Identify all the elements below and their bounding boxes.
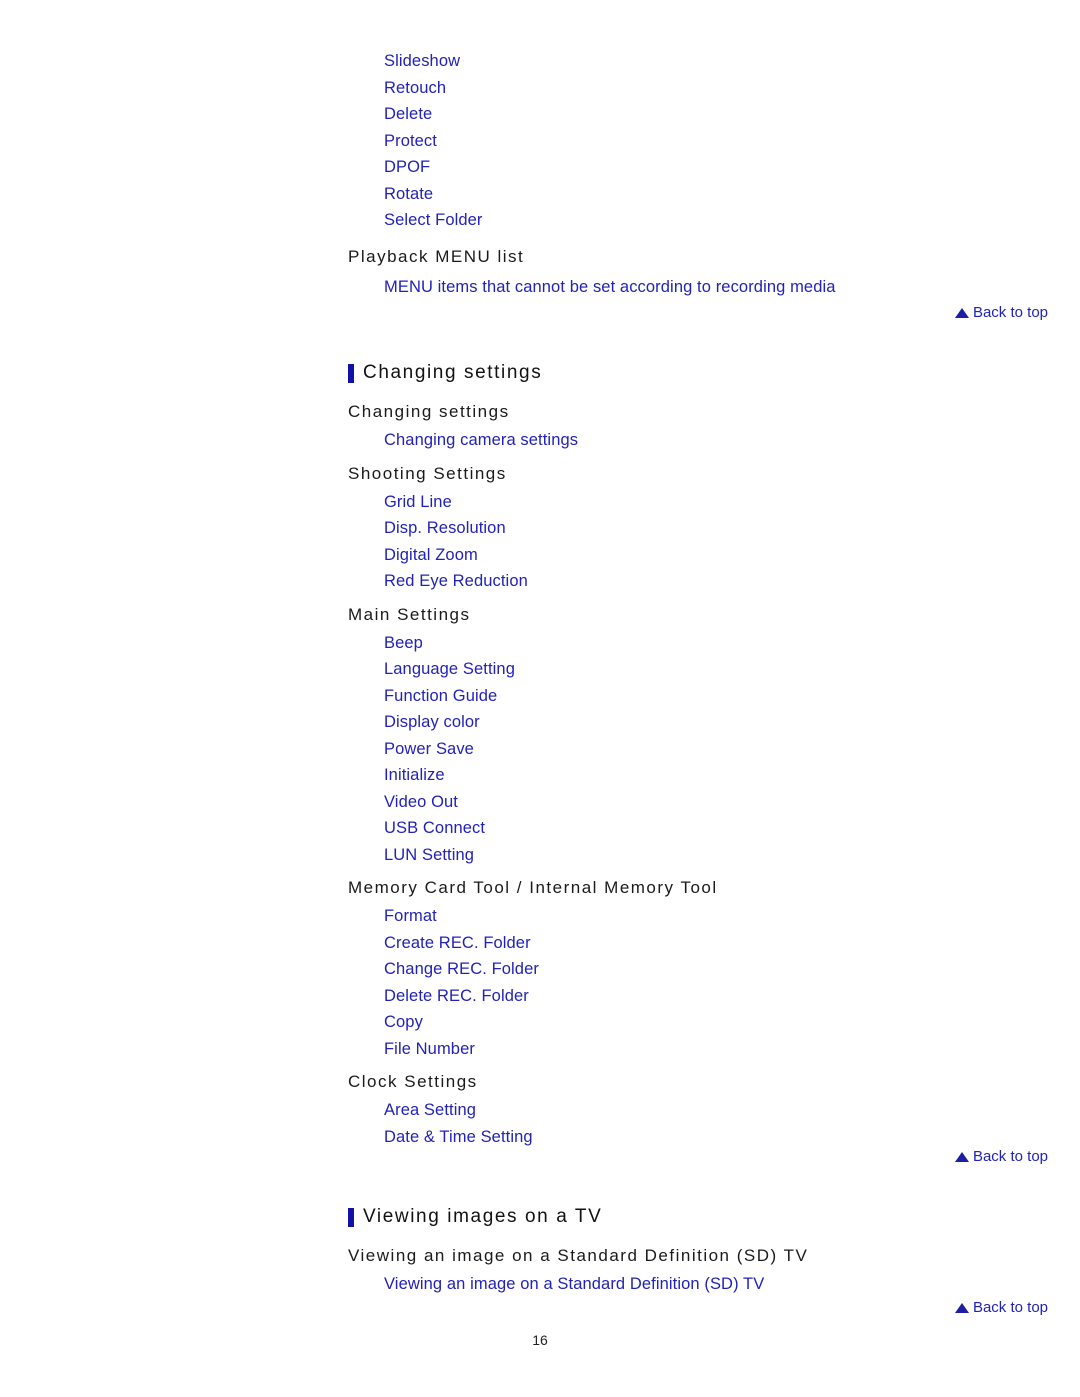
list-item: Digital Zoom	[384, 542, 1048, 569]
link-menu-items-cannot-be-set[interactable]: MENU items that cannot be set according …	[384, 274, 836, 301]
heading-viewing-sd-tv: Viewing an image on a Standard Definitio…	[348, 1246, 809, 1265]
list-item: Disp. Resolution	[384, 515, 1048, 542]
link-language-setting[interactable]: Language Setting	[384, 656, 515, 683]
list-item: Create REC. Folder	[384, 930, 1048, 957]
list-item: Initialize	[384, 762, 1048, 789]
section-title-viewing-images-on-a-tv: Viewing images on a TV	[348, 1204, 1048, 1230]
heading-changing-settings: Changing settings	[348, 402, 510, 421]
heading-memory-card-tool: Memory Card Tool / Internal Memory Tool	[348, 878, 718, 897]
link-dpof[interactable]: DPOF	[384, 154, 430, 181]
section-accent-bar	[348, 364, 354, 383]
heading-clock-settings: Clock Settings	[348, 1072, 478, 1091]
link-file-number[interactable]: File Number	[384, 1036, 475, 1063]
list-item: Beep	[384, 630, 1048, 657]
list-item: Delete	[384, 101, 1048, 128]
section-title-changing-settings: Changing settings	[348, 360, 1048, 386]
triangle-up-icon	[954, 1303, 969, 1313]
list-item: USB Connect	[384, 815, 1048, 842]
link-red-eye-reduction[interactable]: Red Eye Reduction	[384, 568, 528, 595]
list-item: Slideshow	[384, 48, 1048, 75]
link-list-changing-settings: Changing camera settings	[348, 427, 1048, 454]
link-select-folder[interactable]: Select Folder	[384, 207, 483, 234]
link-list-memory-card-tool: Format Create REC. Folder Change REC. Fo…	[348, 903, 1048, 1062]
playback-menu-block: Slideshow Retouch Delete Protect DPOF Ro…	[348, 48, 1048, 300]
section-changing-settings: Changing settings Changing settings Chan…	[348, 360, 1048, 1150]
link-list-main-settings: Beep Language Setting Function Guide Dis…	[348, 630, 1048, 869]
link-list-shooting-settings: Grid Line Disp. Resolution Digital Zoom …	[348, 489, 1048, 595]
list-item: Rotate	[384, 181, 1048, 208]
list-item: Delete REC. Folder	[384, 983, 1048, 1010]
list-item: Changing camera settings	[384, 427, 1048, 454]
heading-main-settings: Main Settings	[348, 604, 471, 624]
list-item: Retouch	[384, 75, 1048, 102]
link-function-guide[interactable]: Function Guide	[384, 683, 497, 710]
list-item: DPOF	[384, 154, 1048, 181]
link-display-color[interactable]: Display color	[384, 709, 480, 736]
list-item: Language Setting	[384, 656, 1048, 683]
link-area-setting[interactable]: Area Setting	[384, 1097, 476, 1124]
triangle-up-icon	[954, 308, 969, 318]
list-item: Select Folder	[384, 207, 1048, 234]
link-list-clock-settings: Area Setting Date & Time Setting	[348, 1097, 1048, 1150]
link-lun-setting[interactable]: LUN Setting	[384, 842, 474, 869]
link-copy[interactable]: Copy	[384, 1009, 423, 1036]
list-item: Function Guide	[384, 683, 1048, 710]
link-video-out[interactable]: Video Out	[384, 789, 458, 816]
triangle-up-icon	[954, 1152, 969, 1162]
link-digital-zoom[interactable]: Digital Zoom	[384, 542, 478, 569]
link-disp-resolution[interactable]: Disp. Resolution	[384, 515, 506, 542]
link-delete-rec-folder[interactable]: Delete REC. Folder	[384, 983, 529, 1010]
link-protect[interactable]: Protect	[384, 128, 437, 155]
heading-playback-menu-list: Playback MENU list	[348, 246, 525, 266]
list-item: Change REC. Folder	[384, 956, 1048, 983]
list-item: Red Eye Reduction	[384, 568, 1048, 595]
playback-menu-list-link-list: MENU items that cannot be set according …	[348, 274, 1048, 301]
link-rotate[interactable]: Rotate	[384, 181, 433, 208]
link-delete[interactable]: Delete	[384, 101, 432, 128]
back-to-top-link-1[interactable]: Back to top	[348, 303, 1048, 323]
list-item: LUN Setting	[384, 842, 1048, 869]
playback-menu-link-list: Slideshow Retouch Delete Protect DPOF Ro…	[348, 48, 1048, 234]
list-item: Copy	[384, 1009, 1048, 1036]
list-item: Protect	[384, 128, 1048, 155]
back-to-top-label: Back to top	[972, 304, 1048, 321]
link-create-rec-folder[interactable]: Create REC. Folder	[384, 930, 531, 957]
list-item: Power Save	[384, 736, 1048, 763]
link-viewing-sd-tv[interactable]: Viewing an image on a Standard Definitio…	[384, 1271, 764, 1298]
link-retouch[interactable]: Retouch	[384, 75, 446, 102]
section-viewing-images-on-a-tv: Viewing images on a TV Viewing an image …	[348, 1204, 1048, 1298]
link-beep[interactable]: Beep	[384, 630, 423, 657]
list-item: Video Out	[384, 789, 1048, 816]
list-item: Display color	[384, 709, 1048, 736]
section-accent-bar	[348, 1208, 354, 1227]
back-to-top-link-2[interactable]: Back to top	[348, 1147, 1048, 1167]
heading-shooting-settings: Shooting Settings	[348, 463, 507, 483]
list-item: Area Setting	[384, 1097, 1048, 1124]
back-to-top-label: Back to top	[972, 1299, 1048, 1316]
section-title-label: Changing settings	[363, 362, 543, 383]
list-item: Viewing an image on a Standard Definitio…	[384, 1271, 1048, 1298]
link-format[interactable]: Format	[384, 903, 437, 930]
link-usb-connect[interactable]: USB Connect	[384, 815, 485, 842]
page-number: 16	[532, 1332, 548, 1348]
list-item: Grid Line	[384, 489, 1048, 516]
list-item: MENU items that cannot be set according …	[384, 274, 1048, 301]
list-item: Format	[384, 903, 1048, 930]
link-power-save[interactable]: Power Save	[384, 736, 474, 763]
list-item: File Number	[384, 1036, 1048, 1063]
document-page: Slideshow Retouch Delete Protect DPOF Ro…	[0, 0, 1080, 1397]
link-change-rec-folder[interactable]: Change REC. Folder	[384, 956, 539, 983]
back-to-top-label: Back to top	[972, 1148, 1048, 1165]
section-title-label: Viewing images on a TV	[363, 1206, 603, 1227]
link-slideshow[interactable]: Slideshow	[384, 48, 460, 75]
back-to-top-link-3[interactable]: Back to top	[348, 1298, 1048, 1318]
link-initialize[interactable]: Initialize	[384, 762, 445, 789]
link-grid-line[interactable]: Grid Line	[384, 489, 452, 516]
link-changing-camera-settings[interactable]: Changing camera settings	[384, 427, 578, 454]
link-list-viewing-sd-tv: Viewing an image on a Standard Definitio…	[348, 1271, 1048, 1298]
